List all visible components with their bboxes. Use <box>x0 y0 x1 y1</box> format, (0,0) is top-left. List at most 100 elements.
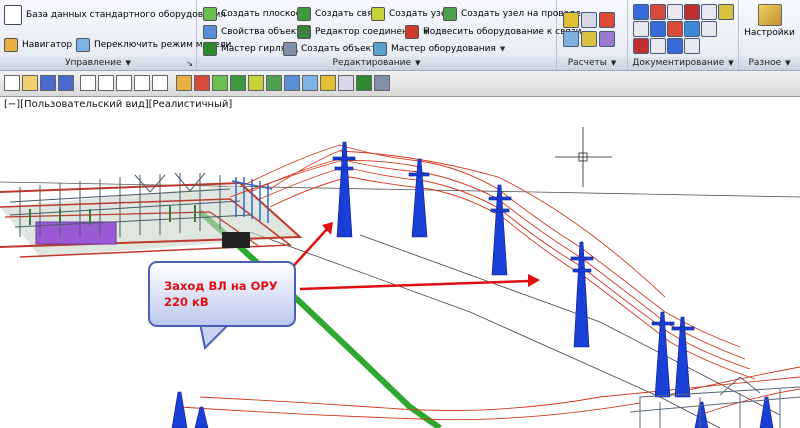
object-properties-icon <box>203 25 217 39</box>
tower-2 <box>411 158 428 238</box>
equipment-wizard-label: Мастер оборудования <box>391 44 496 54</box>
create-plane-icon <box>203 7 217 21</box>
doc-frame-icon[interactable] <box>650 38 666 54</box>
annotation-callout: Заход ВЛ на ОРУ 220 кВ <box>148 261 296 327</box>
panel-edit: Создать плоскость Создать связь Создать … <box>197 0 581 70</box>
ohm-toolbar-icon[interactable] <box>338 75 354 91</box>
panel-launcher-icon[interactable]: ↘ <box>186 57 193 70</box>
scene-canvas <box>0 127 800 428</box>
lightning-toolbar-icon[interactable] <box>320 75 336 91</box>
panel-misc: Настройки Разное ▼ <box>739 0 800 70</box>
create-link-icon <box>297 7 311 21</box>
create-link-button[interactable]: Создать связь <box>297 5 382 23</box>
publish-icon[interactable] <box>134 75 150 91</box>
panel-edit-title-text: Редактирование <box>332 58 412 68</box>
hang-equipment-button[interactable]: Подвесить оборудование к связи <box>405 23 581 41</box>
navigator-label: Навигатор <box>22 40 73 50</box>
save-as-icon[interactable] <box>58 75 74 91</box>
panel-control-title[interactable]: Управление ▼ ↘ <box>0 57 196 70</box>
doc-cable-icon[interactable] <box>684 4 700 20</box>
link-editor-label: Редактор соединений <box>315 27 420 37</box>
print-icon[interactable] <box>80 75 96 91</box>
doc-export-icon[interactable] <box>701 21 717 37</box>
doc-table-icon[interactable] <box>650 4 666 20</box>
calc-wire-icon[interactable] <box>599 31 615 47</box>
object-toolbar-icon[interactable] <box>374 75 390 91</box>
create-object-button[interactable]: Создать объект ▼ <box>283 40 386 58</box>
panel-control: База данных стандартного оборудования На… <box>0 0 231 70</box>
page-setup-icon[interactable] <box>98 75 114 91</box>
help-toolbar-icon[interactable] <box>302 75 318 91</box>
calc-help-icon[interactable] <box>563 31 579 47</box>
report-toolbar-icon[interactable] <box>194 75 210 91</box>
panel-calc-title-text: Расчеты <box>567 58 607 68</box>
plane-toolbar-icon[interactable] <box>212 75 228 91</box>
garland-toolbar-icon[interactable] <box>356 75 372 91</box>
tower-1 <box>336 141 353 238</box>
equipment-database-button[interactable]: База данных стандартного оборудования <box>4 5 226 25</box>
chevron-down-icon: ▼ <box>125 59 131 67</box>
create-plane-button[interactable]: Создать плоскость <box>203 5 311 23</box>
link-toolbar-icon[interactable] <box>230 75 246 91</box>
create-object-icon <box>283 42 297 56</box>
database-icon <box>4 5 22 25</box>
doc-plan-icon[interactable] <box>633 38 649 54</box>
open-folder-icon[interactable] <box>22 75 38 91</box>
doc-diagram-icon[interactable] <box>667 38 683 54</box>
callout-line-1: Заход ВЛ на ОРУ <box>164 279 278 293</box>
doc-layout-icon[interactable] <box>684 21 700 37</box>
panel-calc-title[interactable]: Расчеты ▼ <box>557 57 627 70</box>
panel-edit-title[interactable]: Редактирование ▼ <box>197 57 556 70</box>
crosshair-cursor <box>555 127 612 187</box>
preview-icon[interactable] <box>152 75 168 91</box>
substation-ору <box>0 172 303 258</box>
quick-toolbar <box>0 71 800 97</box>
node-wire-toolbar-icon[interactable] <box>266 75 282 91</box>
site-boundary-line-2 <box>359 234 781 416</box>
portal-equipment <box>222 232 250 248</box>
settings-button[interactable]: Настройки <box>739 2 800 44</box>
create-node-icon <box>371 7 385 21</box>
callout-line-2: 220 кВ <box>164 295 209 309</box>
doc-drawing-icon[interactable] <box>667 21 683 37</box>
navigator-icon <box>4 38 18 52</box>
plot-icon[interactable] <box>116 75 132 91</box>
tower-8 <box>194 406 209 428</box>
calc-sag-icon[interactable] <box>563 12 579 28</box>
calc-report-icon[interactable] <box>599 12 615 28</box>
doc-section-icon[interactable] <box>650 21 666 37</box>
doc-spec-icon[interactable] <box>667 4 683 20</box>
new-file-icon[interactable] <box>4 75 20 91</box>
chevron-down-icon: ▼ <box>499 45 506 53</box>
equipment-wizard-icon <box>373 42 387 56</box>
equipment-wizard-button[interactable]: Мастер оборудования ▼ <box>373 40 505 58</box>
site-boundary-line <box>249 231 721 428</box>
save-icon[interactable] <box>40 75 56 91</box>
doc-view-icon[interactable] <box>633 21 649 37</box>
tower-10 <box>759 396 774 428</box>
calc-ohm-icon[interactable] <box>581 12 597 28</box>
callout-text: Заход ВЛ на ОРУ 220 кВ <box>164 278 278 310</box>
node-toolbar-icon[interactable] <box>248 75 264 91</box>
right-substation <box>629 376 800 428</box>
panel-misc-title-text: Разное <box>748 58 782 68</box>
doc-sheet-icon[interactable] <box>633 4 649 20</box>
navigator-button[interactable]: Навигатор <box>4 36 72 54</box>
object-properties-label: Свойства объекта <box>221 27 307 37</box>
ribbon: База данных стандартного оборудования На… <box>0 0 800 71</box>
doc-list-icon[interactable] <box>701 4 717 20</box>
chevron-down-icon: ▼ <box>728 59 734 67</box>
create-node-button[interactable]: Создать узел <box>371 5 452 23</box>
doc-title-block-icon[interactable] <box>684 38 700 54</box>
doc-print-icon[interactable] <box>718 4 734 20</box>
object-properties-button[interactable]: Свойства объекта <box>203 23 307 41</box>
calc-lightning-icon[interactable] <box>581 31 597 47</box>
create-node-on-wire-icon <box>443 7 457 21</box>
panel-misc-title[interactable]: Разное ▼ <box>739 57 800 70</box>
navigator-toolbar-icon[interactable] <box>176 75 192 91</box>
create-object-label: Создать объект <box>301 44 377 54</box>
model-viewport[interactable]: [−][Пользовательский вид][Реалистичный] <box>0 97 800 428</box>
panel-docs-title[interactable]: Документирование ▼ <box>628 57 738 70</box>
panel-docs-title-text: Документирование <box>632 58 725 68</box>
properties-toolbar-icon[interactable] <box>284 75 300 91</box>
